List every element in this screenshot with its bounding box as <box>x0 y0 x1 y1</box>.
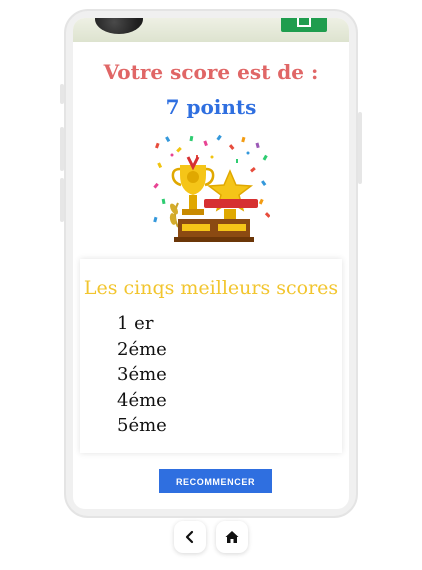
leaderboard-list: 1 er 2éme 3éme 4éme 5éme <box>117 311 167 439</box>
exit-sign-icon <box>281 18 327 32</box>
leaderboard-rank: 2éme <box>117 338 167 360</box>
banner-decoration <box>95 18 143 34</box>
score-value: 7 points <box>165 95 257 119</box>
restart-button[interactable]: RECOMMENCER <box>159 469 272 493</box>
chevron-left-icon <box>185 530 194 544</box>
app-screen: Votre score est de : 7 points Les cinqs … <box>73 18 349 509</box>
trophy-celebration-icon <box>153 134 270 242</box>
leaderboard-rank: 5éme <box>117 415 167 436</box>
leaderboard-rank: 1 er <box>117 313 154 334</box>
phone-side-button <box>358 112 362 184</box>
back-button[interactable] <box>174 521 206 553</box>
header-banner-image <box>73 18 349 42</box>
home-icon <box>225 531 239 543</box>
leaderboard-rank: 3éme <box>117 364 167 385</box>
home-button[interactable] <box>216 521 248 553</box>
leaderboard-card: Les cinqs meilleurs scores 1 er 2éme 3ém… <box>80 259 342 453</box>
leaderboard-title: Les cinqs meilleurs scores <box>83 277 339 299</box>
leaderboard-rank: 4éme <box>117 389 167 411</box>
score-title: Votre score est de : <box>103 60 319 84</box>
